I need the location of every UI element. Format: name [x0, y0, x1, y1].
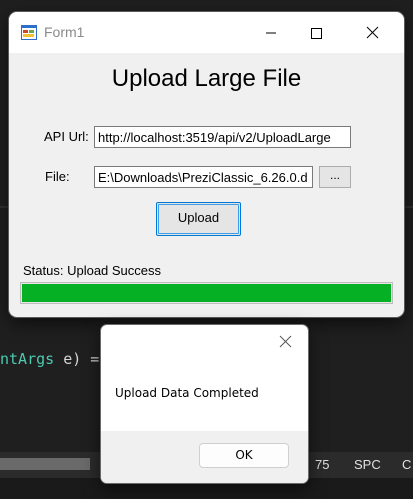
file-label: File: [45, 169, 70, 184]
close-icon[interactable] [349, 12, 395, 53]
progress-fill [22, 284, 391, 302]
form1-window: Form1 Upload Large File API Url: http://… [9, 12, 404, 317]
api-url-field[interactable]: http://localhost:3519/api/v2/UploadLarge [94, 126, 351, 148]
horizontal-scrollbar[interactable] [0, 458, 90, 470]
file-path-field[interactable]: E:\Downloads\PreziClassic_6.26.0.d [94, 166, 313, 188]
upload-button[interactable]: Upload [156, 202, 241, 236]
status-indent-spc[interactable]: SPC [354, 457, 381, 472]
browse-button[interactable]: ... [319, 166, 351, 188]
close-icon[interactable] [262, 325, 308, 357]
code-rest-token: e) = [54, 350, 100, 368]
code-line: ntArgs e) = [0, 350, 99, 368]
message-box-dialog: Upload Data Completed OK [101, 325, 308, 483]
title-bar[interactable]: Form1 [9, 12, 404, 53]
minimize-icon[interactable] [248, 12, 294, 53]
api-url-label: API Url: [44, 129, 89, 144]
app-icon [21, 25, 37, 40]
upload-progress-bar [20, 282, 393, 304]
maximize-icon[interactable] [293, 12, 339, 53]
code-type-token: ntArgs [0, 350, 55, 368]
page-heading: Upload Large File [111, 65, 302, 92]
status-column[interactable]: 75 [315, 457, 329, 472]
ok-button[interactable]: OK [199, 443, 289, 468]
message-text: Upload Data Completed [115, 386, 259, 400]
status-label: Status: Upload Success [23, 263, 162, 278]
status-item-c[interactable]: C [402, 457, 411, 472]
window-title: Form1 [44, 24, 85, 40]
